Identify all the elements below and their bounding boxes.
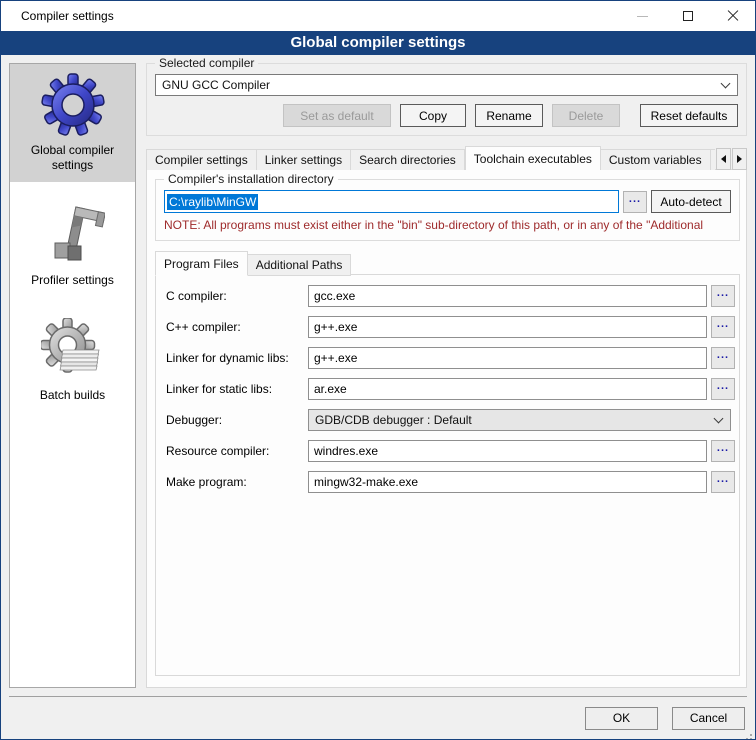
sidebar-item-label: Batch builds bbox=[40, 388, 105, 403]
resource-compiler-input[interactable] bbox=[308, 440, 707, 462]
toolchain-executables-page: Compiler's installation directory C:\ray… bbox=[146, 169, 747, 688]
chevron-down-icon bbox=[721, 78, 731, 88]
close-button[interactable] bbox=[710, 1, 755, 31]
copy-button[interactable]: Copy bbox=[400, 104, 466, 127]
rename-button[interactable]: Rename bbox=[475, 104, 543, 127]
page-title: Global compiler settings bbox=[1, 31, 755, 55]
tab-scroll-buttons bbox=[716, 148, 747, 170]
tab-toolchain-executables[interactable]: Toolchain executables bbox=[465, 146, 601, 170]
tabs-scroll-area: Compiler settings Linker settings Search… bbox=[146, 146, 715, 170]
compiler-settings-dialog: Compiler settings Global compiler settin… bbox=[0, 0, 756, 740]
compiler-select[interactable]: GNU GCC Compiler bbox=[155, 74, 738, 96]
installation-directory-group-label: Compiler's installation directory bbox=[164, 172, 338, 186]
static-linker-label: Linker for static libs: bbox=[166, 382, 308, 396]
c-compiler-input[interactable] bbox=[308, 285, 707, 307]
selected-compiler-group-label: Selected compiler bbox=[155, 56, 258, 70]
make-program-row: Make program: ... bbox=[166, 471, 735, 493]
set-as-default-button[interactable]: Set as default bbox=[283, 104, 391, 127]
sidebar-item-global-compiler-settings[interactable]: Global compiler settings bbox=[10, 64, 135, 182]
installation-directory-group: Compiler's installation directory C:\ray… bbox=[155, 179, 740, 241]
cpp-compiler-row: C++ compiler: ... bbox=[166, 316, 735, 338]
debugger-row: Debugger: GDB/CDB debugger : Default bbox=[166, 409, 735, 431]
dynamic-linker-label: Linker for dynamic libs: bbox=[166, 351, 308, 365]
compiler-select-value: GNU GCC Compiler bbox=[162, 78, 716, 92]
tab-scroll-right-button[interactable] bbox=[732, 148, 747, 170]
debugger-label: Debugger: bbox=[166, 413, 308, 427]
resize-grip[interactable] bbox=[750, 734, 752, 736]
maximize-button[interactable] bbox=[665, 1, 710, 31]
sidebar-item-batch-builds[interactable]: Batch builds bbox=[10, 309, 135, 412]
arrow-right-icon bbox=[737, 155, 742, 163]
sidebar-item-profiler-settings[interactable]: Profiler settings bbox=[10, 194, 135, 297]
program-files-tabstrip: Program Files Additional Paths bbox=[155, 251, 740, 275]
cancel-button[interactable]: Cancel bbox=[672, 707, 745, 730]
bin-subdirectory-note: NOTE: All programs must exist either in … bbox=[164, 218, 731, 232]
installation-directory-value: C:\raylib\MinGW bbox=[167, 194, 258, 210]
installation-directory-browse-button[interactable]: ... bbox=[623, 191, 647, 213]
ok-button[interactable]: OK bbox=[585, 707, 658, 730]
settings-tabstrip: Compiler settings Linker settings Search… bbox=[146, 145, 747, 170]
tab-program-files[interactable]: Program Files bbox=[155, 251, 248, 276]
chevron-down-icon bbox=[714, 413, 724, 423]
make-program-input[interactable] bbox=[308, 471, 707, 493]
make-program-label: Make program: bbox=[166, 475, 308, 489]
dynamic-linker-browse-button[interactable]: ... bbox=[711, 347, 735, 369]
compiler-actions: Set as default Copy Rename Delete Reset … bbox=[155, 104, 738, 127]
reset-defaults-button[interactable]: Reset defaults bbox=[640, 104, 738, 127]
caliper-icon bbox=[41, 203, 105, 267]
title-bar: Compiler settings bbox=[1, 1, 755, 31]
selected-compiler-group: Selected compiler GNU GCC Compiler Set a… bbox=[146, 63, 747, 136]
make-program-browse-button[interactable]: ... bbox=[711, 471, 735, 493]
delete-button[interactable]: Delete bbox=[552, 104, 620, 127]
dynamic-linker-row: Linker for dynamic libs: ... bbox=[166, 347, 735, 369]
tab-additional-paths[interactable]: Additional Paths bbox=[248, 254, 352, 276]
blue-gear-icon bbox=[41, 73, 105, 137]
dynamic-linker-input[interactable] bbox=[308, 347, 707, 369]
settings-sidebar: Global compiler settings bbox=[9, 63, 136, 688]
cpp-compiler-input[interactable] bbox=[308, 316, 707, 338]
installation-directory-input[interactable]: C:\raylib\MinGW bbox=[164, 190, 619, 213]
static-linker-row: Linker for static libs: ... bbox=[166, 378, 735, 400]
c-compiler-label: C compiler: bbox=[166, 289, 308, 303]
debugger-select-value: GDB/CDB debugger : Default bbox=[315, 413, 709, 427]
c-compiler-browse-button[interactable]: ... bbox=[711, 285, 735, 307]
dialog-footer: OK Cancel bbox=[9, 696, 747, 739]
tab-linker-settings[interactable]: Linker settings bbox=[257, 149, 351, 170]
tab-search-directories[interactable]: Search directories bbox=[351, 149, 465, 170]
debugger-select[interactable]: GDB/CDB debugger : Default bbox=[308, 409, 731, 431]
c-compiler-row: C compiler: ... bbox=[166, 285, 735, 307]
resource-compiler-label: Resource compiler: bbox=[166, 444, 308, 458]
tab-scroll-left-button[interactable] bbox=[716, 148, 731, 170]
arrow-left-icon bbox=[721, 155, 726, 163]
window-title: Compiler settings bbox=[1, 9, 114, 23]
static-linker-input[interactable] bbox=[308, 378, 707, 400]
caption-buttons bbox=[620, 1, 755, 31]
tab-compiler-settings[interactable]: Compiler settings bbox=[146, 149, 257, 170]
minimize-icon bbox=[637, 16, 648, 17]
tab-build-options[interactable]: Build options bbox=[711, 149, 715, 170]
cpp-compiler-browse-button[interactable]: ... bbox=[711, 316, 735, 338]
minimize-button[interactable] bbox=[620, 1, 665, 31]
program-files-page: C compiler: ... C++ compiler: ... Linker… bbox=[155, 274, 740, 676]
resource-compiler-browse-button[interactable]: ... bbox=[711, 440, 735, 462]
close-icon bbox=[727, 10, 739, 22]
sidebar-item-label: Profiler settings bbox=[31, 273, 114, 288]
sidebar-item-label: Global compiler settings bbox=[12, 143, 133, 173]
auto-detect-button[interactable]: Auto-detect bbox=[651, 190, 731, 213]
tab-custom-variables[interactable]: Custom variables bbox=[601, 149, 711, 170]
static-linker-browse-button[interactable]: ... bbox=[711, 378, 735, 400]
resource-compiler-row: Resource compiler: ... bbox=[166, 440, 735, 462]
gray-gear-stack-icon bbox=[41, 318, 105, 382]
cpp-compiler-label: C++ compiler: bbox=[166, 320, 308, 334]
maximize-icon bbox=[683, 11, 693, 21]
